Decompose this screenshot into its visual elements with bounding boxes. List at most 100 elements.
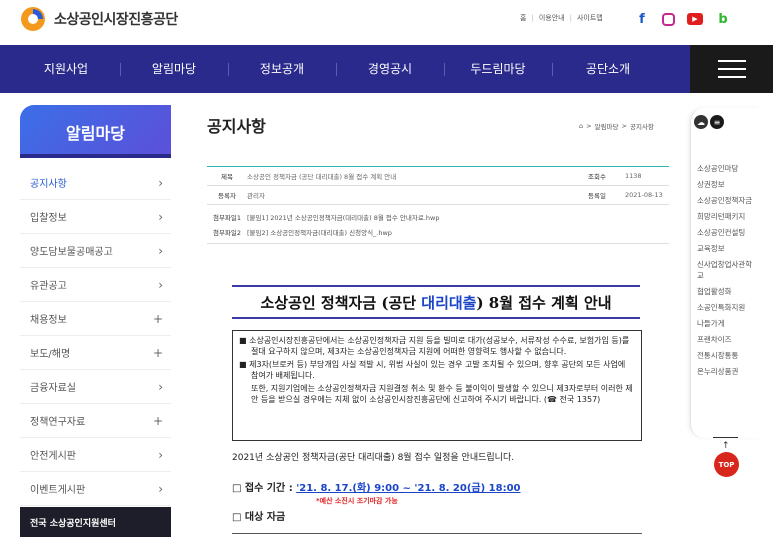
nav-support[interactable]: 지원사업 xyxy=(28,45,104,93)
scroll-top-button[interactable]: TOP xyxy=(714,452,739,477)
author-label: 등록자 xyxy=(218,192,236,200)
nav-management[interactable]: 경영공시 xyxy=(352,45,428,93)
quick-link[interactable]: 신사업창업사관학교 xyxy=(697,259,757,281)
quick-link[interactable]: 상권정보 xyxy=(697,179,757,190)
sidebar-item-finance[interactable]: 금융자료실 › xyxy=(20,370,171,404)
sidebar-item-label: 보도/해명 xyxy=(30,349,71,360)
sidebar-item-research[interactable]: 정책연구자료 + xyxy=(20,404,171,438)
global-nav: 지원사업 알림마당 정보공개 경영공시 두드림마당 공단소개 xyxy=(0,45,773,93)
sidebar-menu: 공지사항 › 입찰정보 › 양도담보물공매공고 › 유관공고 › 채용정보 + 보도/해명… xyxy=(20,166,171,506)
logo-icon xyxy=(21,7,45,31)
period-date: '21. 8. 17.(화) 9:00 ~ '21. 8. 20(금) 18:0… xyxy=(296,483,521,494)
chevron-right-icon: > xyxy=(621,122,627,130)
support-center-link[interactable]: 전국 소상공인지원센터 xyxy=(20,507,171,537)
divider: | xyxy=(531,14,534,22)
divider xyxy=(120,63,121,76)
post-title: 소상공인 정책자금 (공단 대리대출) 8월 접수 계획 안내 xyxy=(247,173,397,181)
warning-paragraph: 또한, 지원기업에는 소상공인정책자금 지원결정 취소 및 환수 등 불이익이 … xyxy=(251,384,633,404)
utility-links: 홈 | 이용안내 | 사이트맵 xyxy=(520,13,603,23)
views-label: 조회수 xyxy=(588,173,606,181)
notice-heading: 소상공인 정책자금 (공단 대리대출) 8월 접수 계획 안내 xyxy=(232,285,640,319)
sns-links: f ▶ b xyxy=(634,11,731,27)
top-bar: 소상공인시장진흥공단 홈 | 이용안내 | 사이트맵 f ▶ b xyxy=(0,0,773,45)
cloud-icon[interactable]: ☁ xyxy=(694,115,708,129)
period-note: *예산 소진시 조기마감 가능 xyxy=(316,497,398,505)
sidebar-item-bid[interactable]: 입찰정보 › xyxy=(20,200,171,234)
sidebar-item-event[interactable]: 이벤트게시판 › xyxy=(20,472,171,506)
quick-link[interactable]: 교육정보 xyxy=(697,243,757,254)
warning-paragraph: ■ 소상공인시장진흥공단에서는 소상공인정책자금 지원 등을 빌미로 대가(성공… xyxy=(239,336,630,356)
views-count: 1138 xyxy=(625,172,642,180)
sidebar-item-label: 양도담보물공매공고 xyxy=(30,247,113,258)
sidebar-item-label: 정책연구자료 xyxy=(30,417,86,428)
quick-menu-icons: ☁ ≡ xyxy=(694,115,724,129)
blog-icon[interactable]: b xyxy=(715,11,731,27)
facebook-icon[interactable]: f xyxy=(634,11,650,27)
instagram-icon[interactable] xyxy=(662,12,675,26)
notice-title-part: 소상공인 정책자금 (공단 xyxy=(260,293,422,312)
chevron-right-icon: > xyxy=(586,122,592,130)
notice-title: 소상공인 정책자금 (공단 대리대출) 8월 접수 계획 안내 xyxy=(261,292,612,313)
date-value: 2021-08-13 xyxy=(625,191,663,199)
notice-title-part: ) 8월 접수 계획 안내 xyxy=(476,293,612,312)
sidebar-item-collateral[interactable]: 양도담보물공매공고 › xyxy=(20,234,171,268)
sitemap-link[interactable]: 사이트맵 xyxy=(577,13,603,23)
post-title-row: 제목 소상공인 정책자금 (공단 대리대출) 8월 접수 계획 안내 조회수 1… xyxy=(207,167,669,186)
youtube-icon[interactable]: ▶ xyxy=(687,13,703,25)
date-label: 등록일 xyxy=(588,192,606,200)
attachment-row: 첨부파일2 [붙임2] 소상공인정책자금(대리대출) 신청양식_.hwp xyxy=(207,224,669,239)
sidebar-item-notice[interactable]: 공지사항 › xyxy=(20,166,171,200)
title-label: 제목 xyxy=(221,173,233,181)
quick-link[interactable]: 소상공인마당 xyxy=(697,163,757,174)
list-icon[interactable]: ≡ xyxy=(710,115,724,129)
nav-about[interactable]: 공단소개 xyxy=(570,45,646,93)
breadcrumb-item[interactable]: 공지사항 xyxy=(630,121,654,131)
divider xyxy=(336,63,337,76)
attachment-label: 첨부파일2 xyxy=(212,228,242,237)
post-info-table: 제목 소상공인 정책자금 (공단 대리대출) 8월 접수 계획 안내 조회수 1… xyxy=(207,166,669,244)
sidebar-item-recruit[interactable]: 채용정보 + xyxy=(20,302,171,336)
menu-icon xyxy=(717,60,746,62)
sidebar-item-label: 유관공고 xyxy=(30,281,67,292)
sidebar-item-press[interactable]: 보도/해명 + xyxy=(20,336,171,370)
quick-link[interactable]: 소상공인정책자금 xyxy=(697,195,757,206)
quick-link[interactable]: 소공인특화지원 xyxy=(697,302,757,313)
nav-info[interactable]: 정보공개 xyxy=(244,45,320,93)
warning-box: ■ 소상공인시장진흥공단에서는 소상공인정책자금 지원 등을 빌미로 대가(성공… xyxy=(232,330,642,441)
divider xyxy=(228,63,229,76)
sidebar-item-label: 채용정보 xyxy=(30,315,67,326)
divider: | xyxy=(569,14,572,22)
warning-paragraph: ■ 제3자(브로커 등) 부당개입 사실 적발 시, 위법 사실이 있는 경우 … xyxy=(239,360,626,380)
nav-notice[interactable]: 알림마당 xyxy=(136,45,212,93)
period-label: □ 접수 기간 : xyxy=(232,483,297,494)
target-fund-heading: □ 대상 자금 xyxy=(232,512,286,523)
quick-link[interactable]: 협업활성화 xyxy=(697,286,757,297)
quick-link[interactable]: 전통시장통통 xyxy=(697,350,757,361)
all-menu-button[interactable] xyxy=(690,45,773,93)
sidebar-item-safety[interactable]: 안전게시판 › xyxy=(20,438,171,472)
sidebar-item-label: 안전게시판 xyxy=(30,451,76,462)
breadcrumb-item[interactable]: 알림마당 xyxy=(595,121,619,131)
quick-link[interactable]: 나들가게 xyxy=(697,318,757,329)
quick-link[interactable]: 온누리상품권 xyxy=(697,366,757,377)
home-link[interactable]: 홈 xyxy=(520,13,526,23)
sidebar-item-label: 입찰정보 xyxy=(30,213,67,224)
home-icon[interactable]: ⌂ xyxy=(579,122,583,130)
quick-link[interactable]: 프랜차이즈 xyxy=(697,334,757,345)
chevron-right-icon: › xyxy=(158,379,163,394)
divider xyxy=(232,533,642,534)
divider xyxy=(552,63,553,76)
plus-icon: + xyxy=(152,345,163,360)
quick-link[interactable]: 희망리턴패키지 xyxy=(697,211,757,222)
post-meta-row: 등록자 관리자 등록일 2021-08-13 xyxy=(207,186,669,205)
site-logo[interactable]: 소상공인시장진흥공단 xyxy=(18,6,178,32)
nav-dodream[interactable]: 두드림마당 xyxy=(460,45,536,93)
quick-link[interactable]: 소상공인컨설팅 xyxy=(697,227,757,238)
guide-link[interactable]: 이용안내 xyxy=(539,13,565,23)
application-period: □ 접수 기간 : '21. 8. 17.(화) 9:00 ~ '21. 8. … xyxy=(232,479,521,494)
chevron-right-icon: › xyxy=(158,447,163,462)
sidebar-item-related[interactable]: 유관공고 › xyxy=(20,268,171,302)
attachment-link[interactable]: [붙임1] 2021년 소상공인정책자금(대리대출) 8월 접수 안내자료.hw… xyxy=(247,212,439,222)
arrow-up-icon: ↑ xyxy=(722,441,730,451)
attachment-link[interactable]: [붙임2] 소상공인정책자금(대리대출) 신청양식_.hwp xyxy=(247,227,392,237)
